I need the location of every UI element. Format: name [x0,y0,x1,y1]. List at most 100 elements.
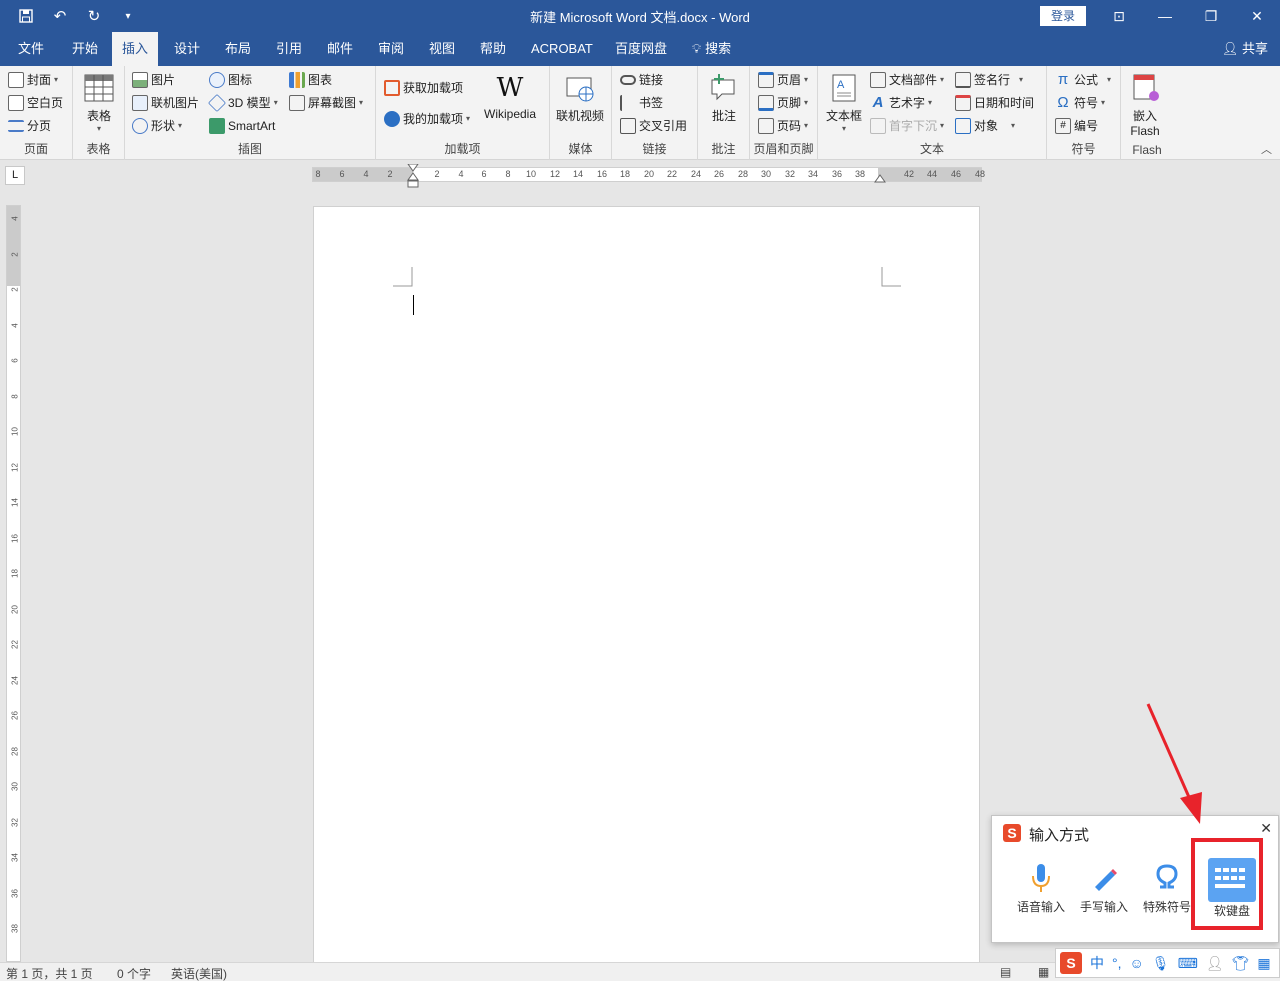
table-button[interactable]: 表格 ▾ [83,72,115,133]
horizontal-ruler[interactable]: 8 6 4 2 2 4 6 8 10 12 14 16 18 20 22 24 26 28 30 32 34 36 38 42… [312,164,986,188]
chart-button[interactable]: 图表 [289,69,332,91]
vertical-ruler-tick-label: 4 [10,216,20,221]
tab-home[interactable]: 开始 [62,32,108,66]
collapse-ribbon-icon[interactable]: ︿ [1261,141,1272,157]
user-icon[interactable]: 👤︎ [1206,955,1224,972]
tab-selector[interactable]: L [5,166,25,185]
sogou-logo-icon[interactable]: S [1060,952,1082,974]
print-layout-icon[interactable]: ▦ [1038,965,1049,979]
ruler-tick-label: 48 [974,169,986,179]
ribbon-display-icon[interactable]: ⊡ [1096,0,1142,32]
smartart-button[interactable]: SmartArt [209,115,275,137]
tab-references[interactable]: 引用 [266,32,312,66]
screenshot-button[interactable]: 屏幕截图 ▾ [289,92,363,114]
login-button[interactable]: 登录 [1040,6,1086,26]
special-symbols-option[interactable]: 特殊符号 [1137,858,1197,915]
word-count[interactable]: 0 个字 [117,965,151,981]
page-count[interactable]: 第 1 页，共 1 页 [6,965,93,981]
quick-parts-button[interactable]: 文档部件 ▾ [870,69,944,91]
cross-reference-button[interactable]: 交叉引用 [620,115,687,137]
group-label-symbols: 符号 [1071,142,1096,156]
document-page[interactable] [313,206,980,966]
highlight-box [1191,838,1263,930]
bookmark-button[interactable]: 书签 [620,92,663,114]
text-cursor [413,295,414,315]
my-addins-button[interactable]: 我的加载项 ▾ [384,108,470,130]
tab-insert[interactable]: 插入 [112,32,159,66]
svg-text:A: A [837,79,845,91]
shapes-button[interactable]: 形状 ▾ [132,115,182,137]
link-button[interactable]: 链接 [620,69,663,91]
icons-button[interactable]: 图标 [209,69,252,91]
skin-icon[interactable]: 👕︎ [1232,955,1250,972]
tab-baidu-netdisk[interactable]: 百度网盘 [605,32,677,66]
textbox-button[interactable]: A 文本框 ▾ [826,72,862,133]
embed-flash-button[interactable]: 嵌入 Flash [1129,72,1161,138]
indent-marker-icon[interactable] [407,164,419,188]
cover-page-button[interactable]: 封面 ▾ [8,69,58,91]
blank-page-button[interactable]: 空白页 [8,92,63,114]
tell-me-search[interactable]: 💡︎ 搜索 [682,32,741,66]
ruler-tick-label: 38 [854,169,866,179]
tab-review[interactable]: 审阅 [368,32,414,66]
toolbox-icon[interactable]: ▦ [1257,955,1270,972]
vertical-ruler-tick-label: 14 [10,498,20,507]
pictures-button[interactable]: 图片 [132,69,175,91]
wikipedia-button[interactable]: W Wikipedia [484,72,536,121]
vertical-ruler-tick-label: 12 [10,462,20,472]
ime-toolbar: S 中 °, ☺ 🎙︎ ⌨ 👤︎ 👕︎ ▦ [1055,948,1280,978]
voice-icon[interactable]: 🎙︎ [1152,955,1170,972]
footer-icon [758,95,774,111]
comment-button[interactable]: 批注 [708,72,740,124]
tab-view[interactable]: 视图 [419,32,465,66]
voice-input-option[interactable]: 语音输入 [1011,858,1071,915]
handwriting-input-option[interactable]: 手写输入 [1074,858,1134,915]
tab-help[interactable]: 帮助 [470,32,516,66]
online-pictures-button[interactable]: 联机图片 [132,92,199,114]
close-icon[interactable]: ✕ [1260,820,1272,837]
date-time-button[interactable]: 日期和时间 [955,92,1034,114]
page-break-button[interactable]: 分页 [8,115,51,137]
symbol-button[interactable]: Ω 符号 ▾ [1055,92,1105,114]
3d-models-button[interactable]: 3D 模型 ▾ [207,92,278,114]
equation-button[interactable]: π 公式 ▾ [1055,69,1111,91]
share-button[interactable]: 👤︎ 共享 [1222,32,1268,66]
tab-file[interactable]: 文件 [8,32,54,66]
tab-design[interactable]: 设计 [164,32,210,66]
language-status[interactable]: 英语(美国) [171,965,227,981]
tab-mailings[interactable]: 邮件 [317,32,363,66]
vertical-ruler-tick-label: 20 [10,604,20,614]
footer-button[interactable]: 页脚 ▾ [758,92,808,114]
punctuation-icon[interactable]: °, [1112,955,1122,971]
keyboard-icon[interactable]: ⌨ [1178,955,1198,972]
ime-language-toggle[interactable]: 中 [1090,953,1104,973]
close-icon[interactable]: ✕ [1234,0,1280,32]
undo-icon[interactable]: ↶ [50,6,70,26]
header-button[interactable]: 页眉 ▾ [758,69,808,91]
table-icon [83,72,115,104]
customize-icon[interactable]: ▾ [118,6,138,26]
emoji-icon[interactable]: ☺ [1130,955,1144,971]
get-addins-button[interactable]: 获取加载项 [384,77,463,99]
ruler-tick-label: 30 [760,169,772,179]
tab-acrobat[interactable]: ACROBAT [521,32,603,66]
wordart-button[interactable]: A 艺术字 ▾ [870,92,932,114]
signature-line-button[interactable]: 签名行 ▾ [955,69,1023,91]
online-video-button[interactable]: 联机视频 [556,72,604,124]
ruler-tick-label: 8 [315,169,321,179]
object-button[interactable]: 对象 ▾ [955,115,1015,137]
my-addins-icon [384,111,400,127]
vertical-ruler[interactable]: 4 2 2 4 6 8 10 12 14 16 18 20 22 24 26 28 30 32 34 36 38 [6,205,21,962]
minimize-icon[interactable]: — [1142,0,1188,32]
redo-icon[interactable]: ↻ [84,6,104,26]
drop-cap-button[interactable]: 首字下沉 ▾ [870,115,944,137]
save-icon[interactable] [16,6,36,26]
vertical-ruler-tick-label: 2 [10,287,20,292]
tab-layout[interactable]: 布局 [215,32,261,66]
number-button[interactable]: # 编号 [1055,115,1098,137]
vertical-ruler-tick-label: 18 [10,569,20,578]
page-number-button[interactable]: 页码 ▾ [758,115,808,137]
read-mode-icon[interactable]: ▤ [1000,965,1011,979]
restore-icon[interactable]: ❐ [1188,0,1234,32]
right-indent-marker-icon[interactable] [874,174,886,184]
